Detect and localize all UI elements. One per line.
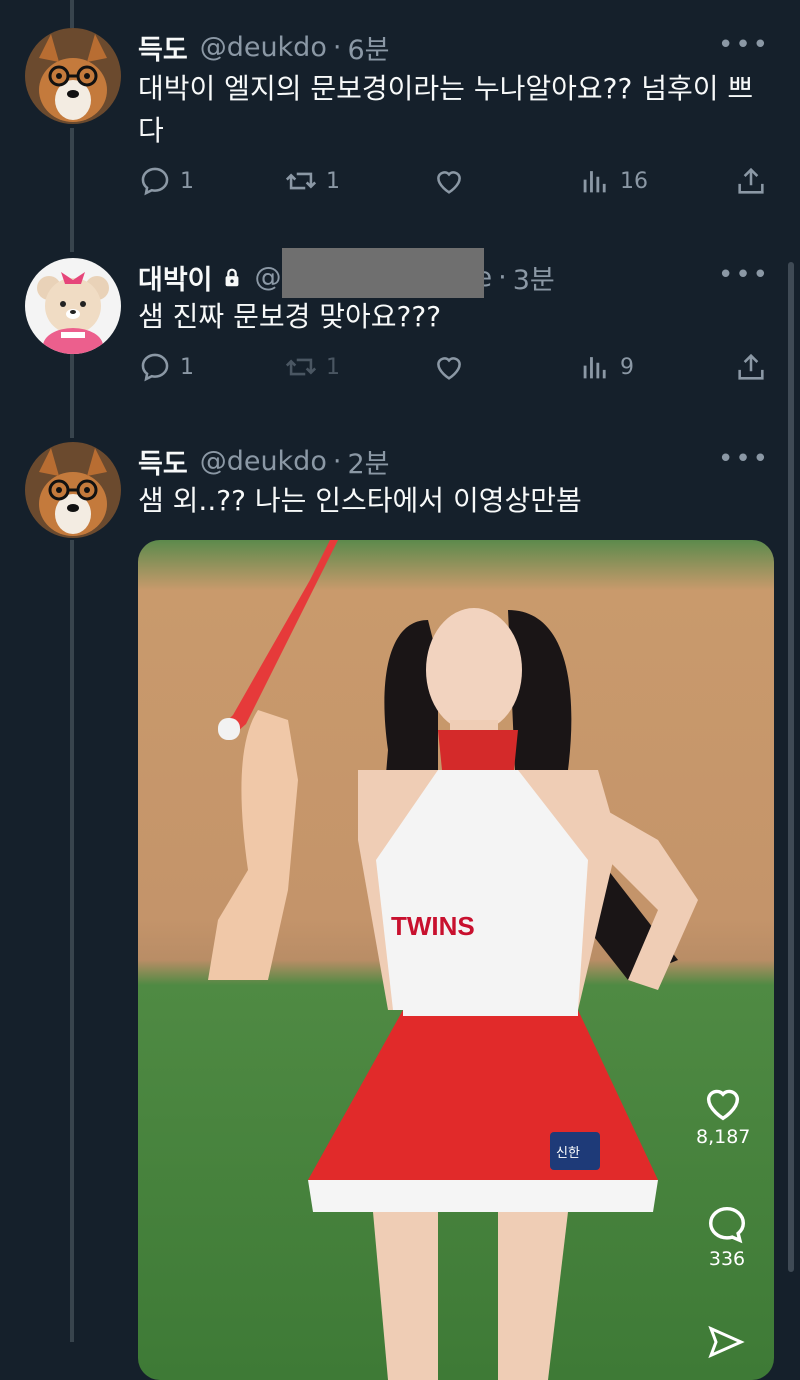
retweet-button[interactable]: 1 (284, 164, 340, 198)
display-name[interactable]: 득도 (138, 28, 188, 67)
corgi-avatar-icon (25, 442, 121, 538)
share-icon (738, 167, 764, 194)
reply-button[interactable]: 1 (138, 164, 194, 198)
tweet-text: 대박이 엘지의 문보경이라는 누나알아요?? 넘후이 쁘다 (138, 72, 754, 147)
view-count: 16 (620, 168, 648, 194)
avatar[interactable] (25, 442, 121, 538)
teddy-bear-avatar-icon (25, 258, 121, 354)
share-icon (738, 353, 764, 380)
more-options-icon[interactable]: ••• (718, 30, 770, 60)
heart-icon (707, 1089, 740, 1121)
tweet[interactable]: 득도 @deukdo · 6분 ••• 대박이 엘지의 문보경이라는 누나알아요… (0, 0, 800, 230)
display-name[interactable]: 득도 (138, 442, 188, 481)
views-icon (583, 171, 606, 193)
tweet-video[interactable]: TWINS 신한 8,187 336 (138, 540, 774, 1380)
retweet-count: 1 (326, 354, 340, 380)
reply-count: 1 (180, 354, 194, 380)
more-options-icon[interactable]: ••• (718, 260, 770, 290)
views-button[interactable]: 9 (578, 350, 634, 384)
handle[interactable]: @deukdo (200, 32, 327, 63)
jersey-text: TWINS (391, 911, 475, 941)
reply-button[interactable]: 1 (138, 350, 194, 384)
redaction-box (282, 248, 484, 298)
video-comment-count: 336 (708, 1248, 746, 1270)
views-button[interactable]: 16 (578, 164, 648, 198)
retweet-icon (285, 172, 317, 190)
heart-icon (437, 171, 461, 194)
retweet-button: 1 (284, 350, 340, 384)
cheerleader-video-frame: TWINS 신한 (138, 540, 774, 1380)
share-button[interactable] (734, 350, 768, 384)
timestamp[interactable]: 2분 (347, 442, 389, 481)
reply-count: 1 (180, 168, 194, 194)
reply-icon (141, 167, 169, 196)
separator: · (332, 446, 342, 477)
send-icon (708, 1325, 745, 1359)
comment-icon (708, 1206, 746, 1244)
retweet-count: 1 (326, 168, 340, 194)
timestamp[interactable]: 6분 (347, 28, 389, 67)
heart-icon (437, 357, 461, 380)
corgi-avatar-icon (25, 28, 121, 124)
video-like-button[interactable]: 8,187 (696, 1080, 750, 1148)
retweet-icon (285, 358, 317, 376)
tweet-text: 샘 외..?? 나는 인스타에서 이영상만봄 (138, 484, 582, 517)
lock-icon (225, 268, 238, 286)
handle[interactable]: @deukdo (200, 446, 327, 477)
separator: · (332, 32, 342, 63)
view-count: 9 (620, 354, 634, 380)
reply-icon (141, 353, 169, 382)
timestamp[interactable]: 3분 (513, 258, 555, 297)
share-button[interactable] (734, 164, 768, 198)
video-like-count: 8,187 (696, 1126, 751, 1148)
views-icon (583, 357, 606, 379)
video-comment-button[interactable]: 336 (704, 1202, 750, 1270)
handle[interactable]: @ (255, 262, 282, 293)
skirt-badge-text: 신한 (556, 1146, 580, 1161)
like-button[interactable] (432, 350, 466, 384)
separator: · (498, 262, 507, 293)
avatar[interactable] (25, 258, 121, 354)
like-button[interactable] (432, 164, 466, 198)
display-name[interactable]: 대박이 (138, 258, 213, 297)
avatar[interactable] (25, 28, 121, 124)
tweet-text: 샘 진짜 문보경 맞아요??? (138, 300, 442, 333)
video-share-button[interactable] (706, 1322, 746, 1362)
more-options-icon[interactable]: ••• (718, 444, 770, 474)
